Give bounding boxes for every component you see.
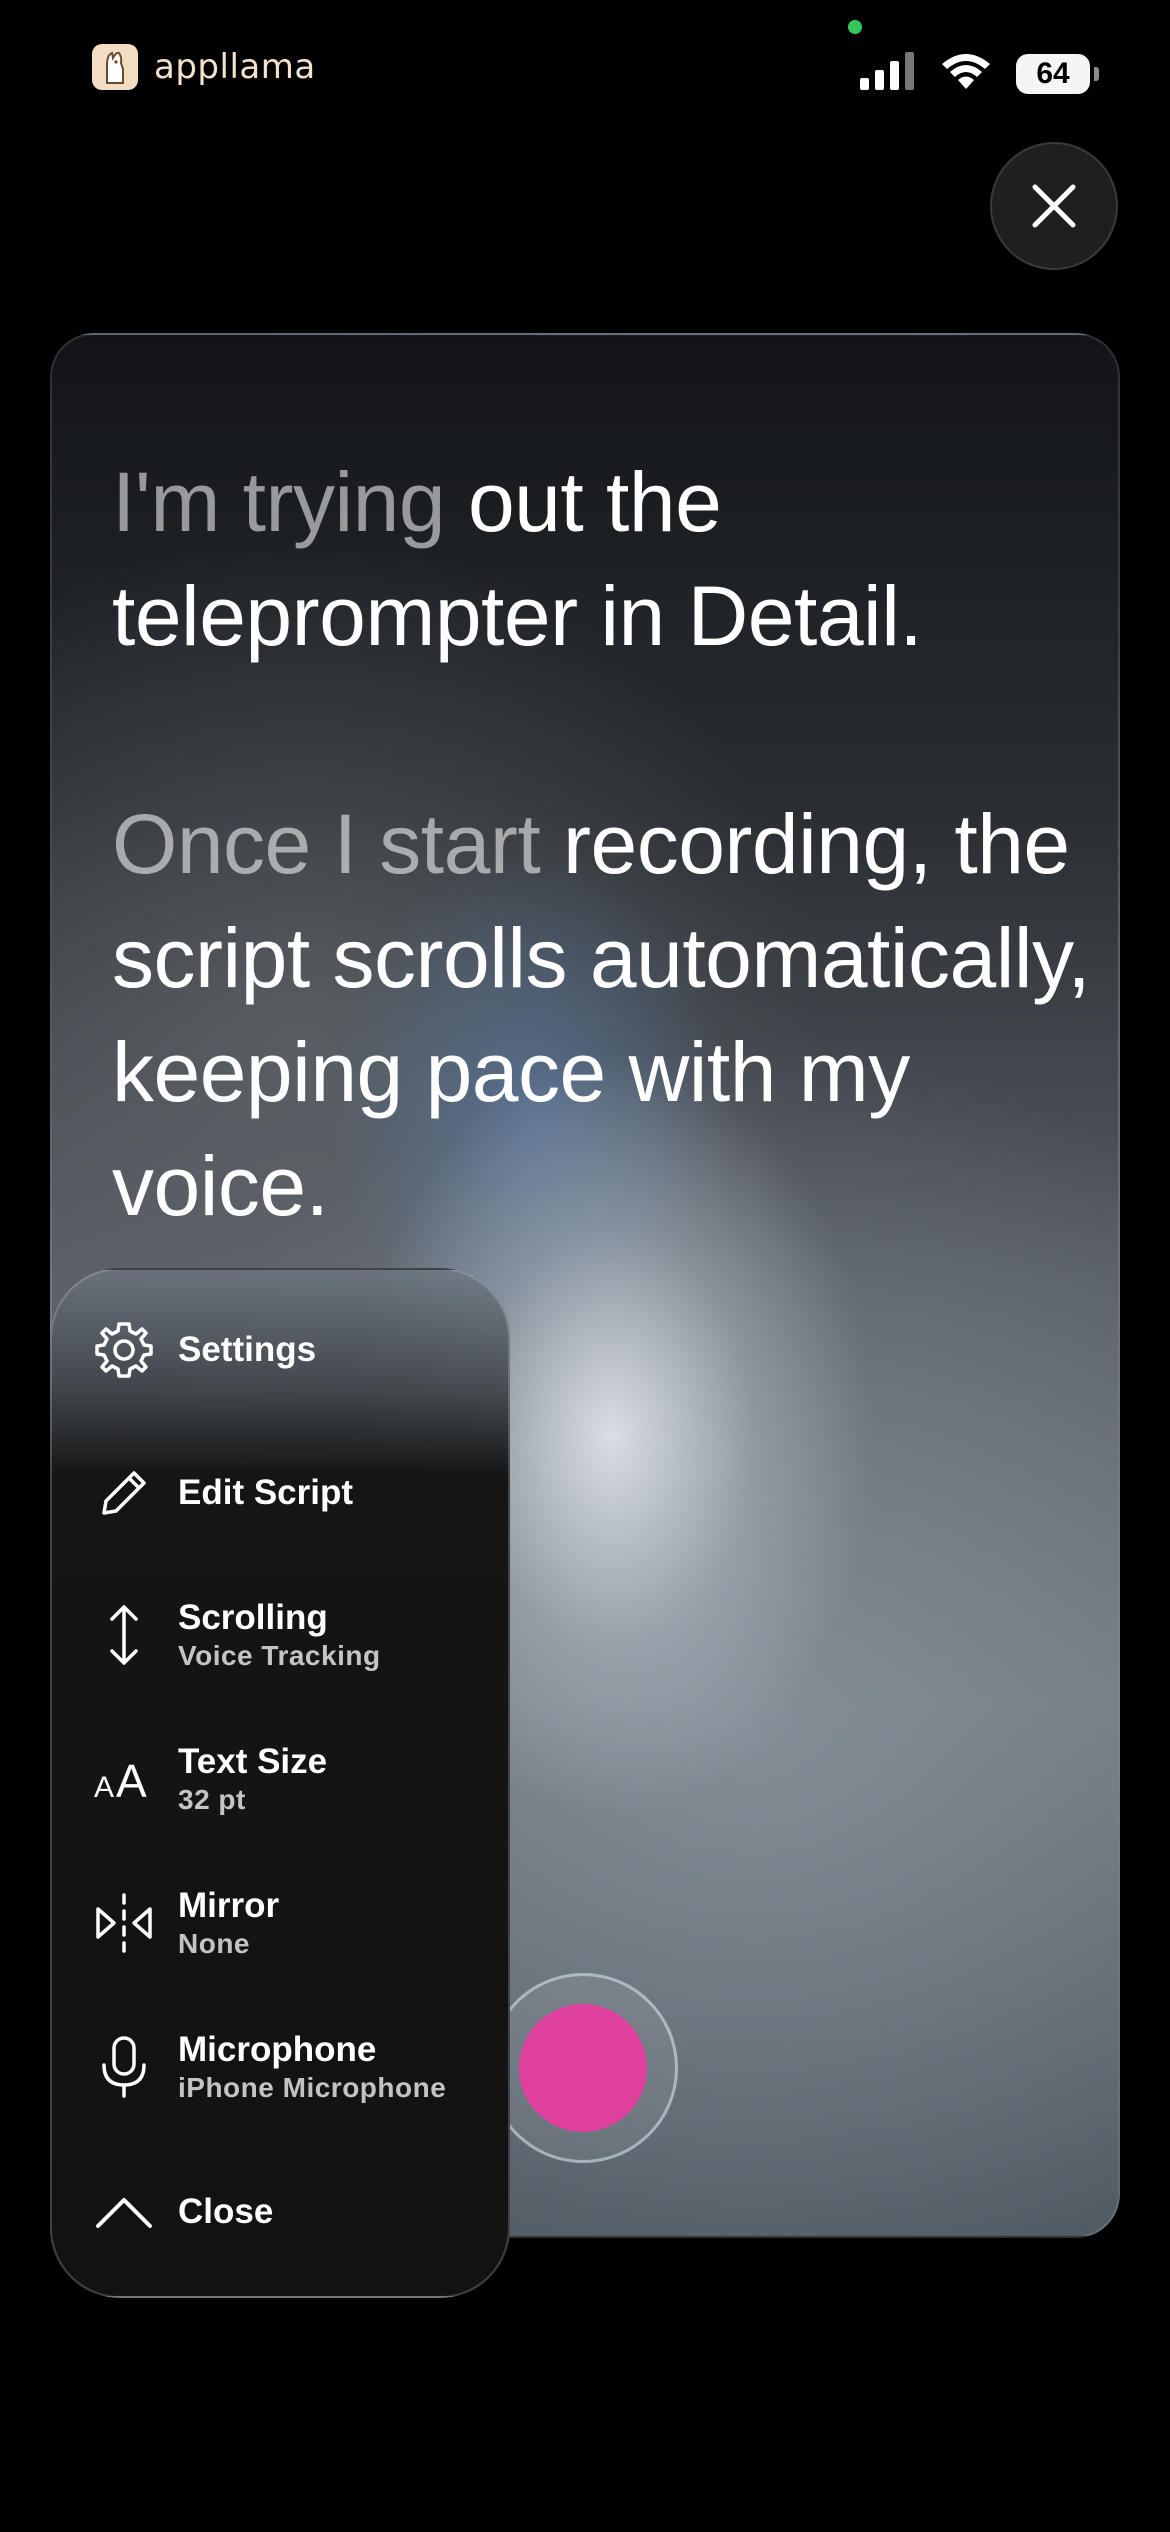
camera-indicator	[848, 20, 862, 34]
app-name: appllama	[154, 47, 316, 87]
menu-item-value: Voice Tracking	[178, 1640, 381, 1671]
menu-item-label: Microphone	[178, 2030, 377, 2069]
script-paragraph: Once I start recording, the script scrol…	[112, 787, 1102, 1243]
close-icon	[1032, 184, 1076, 228]
svg-text:A: A	[116, 1755, 147, 1803]
chevron-up-icon	[88, 2176, 160, 2248]
read-text: Once I start	[112, 797, 563, 891]
menu-item-mirror[interactable]: Mirror None	[52, 1868, 508, 1978]
llama-logo-icon	[92, 44, 138, 90]
battery-indicator: 64	[1016, 53, 1099, 94]
cellular-signal-icon	[860, 52, 916, 95]
text-size-icon: AA	[88, 1743, 160, 1815]
script-paragraph: I'm trying out the teleprompter in Detai…	[112, 445, 1102, 673]
menu-item-label: Close	[178, 2192, 274, 2231]
menu-item-scrolling[interactable]: Scrolling Voice Tracking	[52, 1580, 508, 1690]
options-menu: Settings Edit Script Scrolling Voice Tra…	[50, 1268, 510, 2298]
read-text: I'm trying	[112, 455, 468, 549]
script-text: I'm trying out the teleprompter in Detai…	[112, 445, 1102, 1357]
menu-item-label: Settings	[178, 1330, 317, 1369]
close-button[interactable]	[990, 142, 1118, 270]
gear-icon	[88, 1314, 160, 1386]
record-button[interactable]	[488, 1973, 678, 2163]
menu-item-value: None	[178, 1928, 250, 1959]
menu-item-label: Text Size	[178, 1742, 328, 1781]
menu-item-label: Edit Script	[178, 1473, 354, 1512]
status-icons: 64	[860, 52, 1099, 95]
menu-item-edit-script[interactable]: Edit Script	[52, 1438, 508, 1548]
mirror-icon	[88, 1887, 160, 1959]
brand: appllama	[92, 44, 316, 90]
wifi-icon	[940, 52, 992, 95]
record-dot	[519, 2004, 647, 2132]
menu-item-text-size[interactable]: AA Text Size 32 pt	[52, 1724, 508, 1834]
menu-item-label: Mirror	[178, 1886, 280, 1925]
menu-item-label: Scrolling	[178, 1598, 328, 1637]
menu-item-value: 32 pt	[178, 1784, 246, 1815]
menu-item-microphone[interactable]: Microphone iPhone Microphone	[52, 2012, 508, 2122]
microphone-icon	[88, 2031, 160, 2103]
svg-text:A: A	[94, 1771, 114, 1803]
menu-item-close[interactable]: Close	[52, 2157, 508, 2267]
menu-item-settings[interactable]: Settings	[52, 1295, 508, 1405]
status-bar: appllama 64	[0, 0, 1170, 150]
vertical-arrows-icon	[88, 1599, 160, 1671]
menu-item-value: iPhone Microphone	[178, 2072, 447, 2103]
pencil-icon	[88, 1457, 160, 1529]
